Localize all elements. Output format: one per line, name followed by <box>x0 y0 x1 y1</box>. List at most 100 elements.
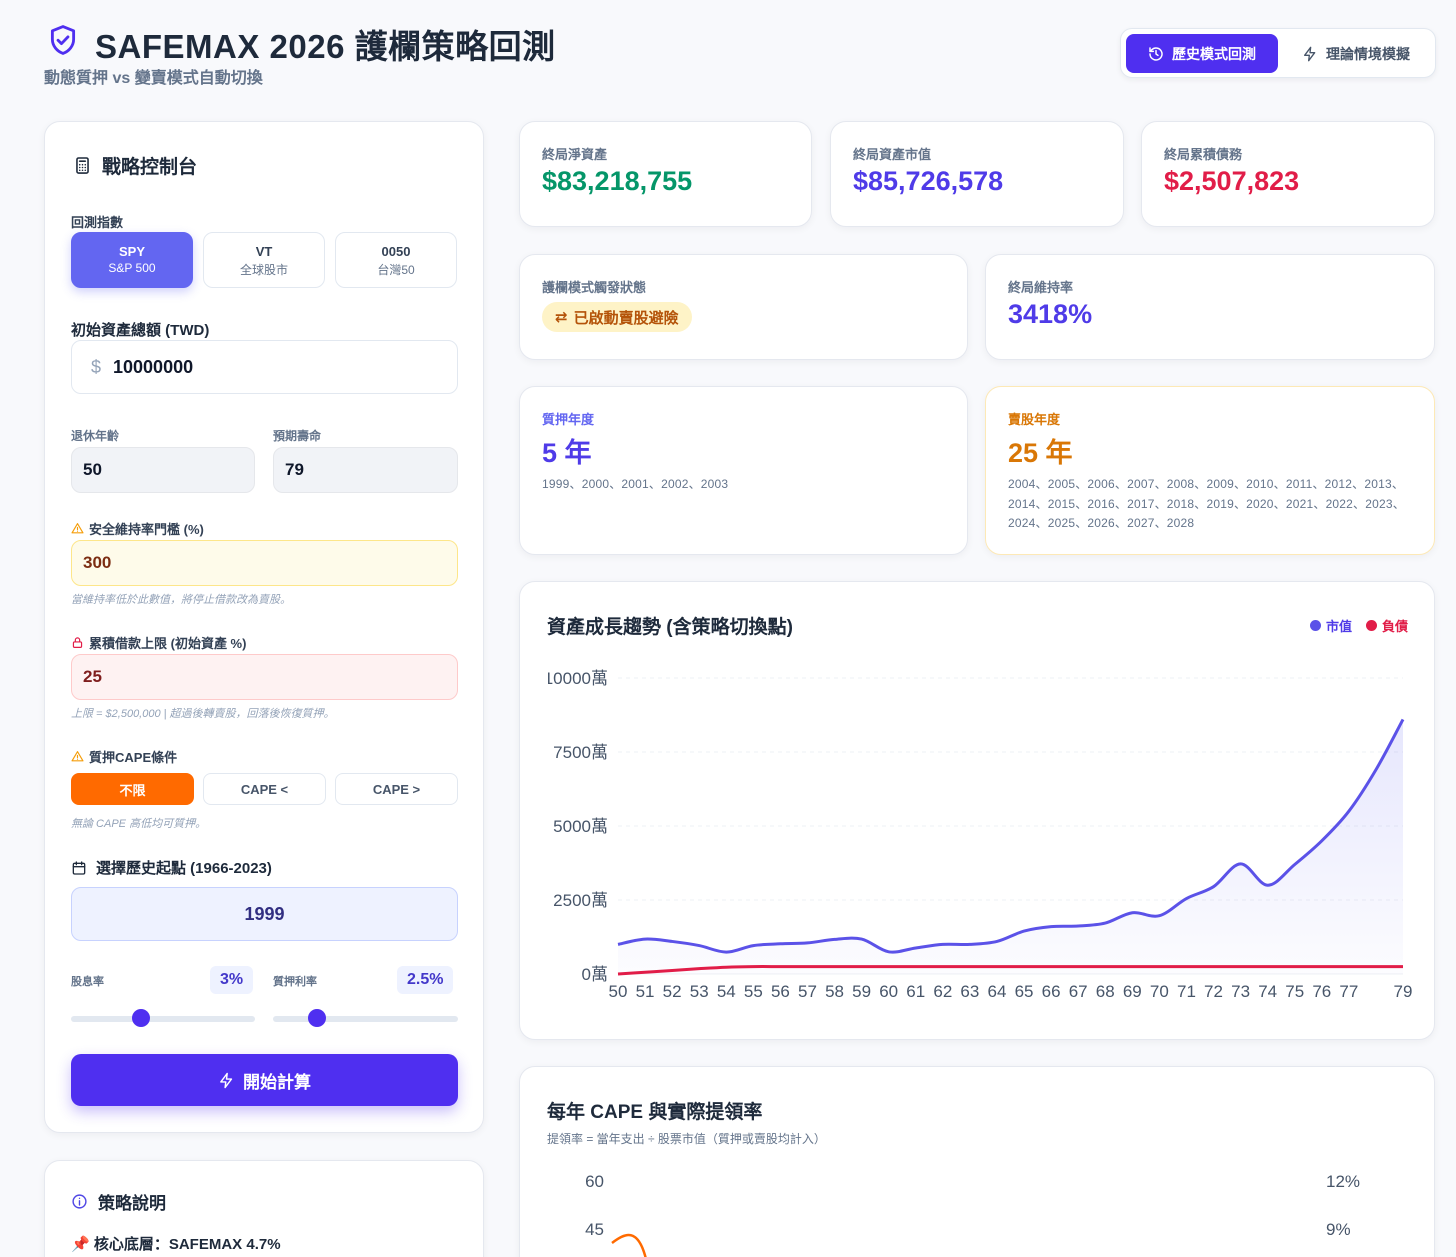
x-tick-label: 52 <box>663 982 682 1001</box>
x-tick-label: 79 <box>1394 982 1413 1001</box>
cape-greater-button[interactable]: CAPE > <box>335 773 458 805</box>
maintenance-ratio-card: 終局維持率 3418% <box>985 254 1435 360</box>
currency-symbol: $ <box>91 356 102 377</box>
loan-rate-value: 2.5% <box>397 966 454 994</box>
x-tick-label: 58 <box>825 982 844 1001</box>
cape-line <box>611 1233 647 1257</box>
cape-withdrawal-chart-card: 每年 CAPE 與實際提領率 提領率 = 當年支出 ÷ 股票市值（質押或賣股均計… <box>519 1066 1435 1257</box>
initial-asset-label: 初始資產總額 (TWD) <box>71 322 210 339</box>
calculate-button-label: 開始計算 <box>243 1072 311 1092</box>
explanation-title: 策略說明 <box>71 1189 166 1214</box>
retire-age-input[interactable]: 50 <box>71 447 255 493</box>
cape-any-button[interactable]: 不限 <box>71 773 194 805</box>
history-icon <box>1149 46 1163 61</box>
x-tick-label: 66 <box>1042 982 1061 1001</box>
panel-title: 戰略控制台 <box>73 152 197 179</box>
strategy-control-panel: 戰略控制台 回測指數 SPY S&P 500 VT 全球股市 0050 台灣50… <box>44 121 484 1133</box>
initial-asset-input[interactable]: $ 10000000 <box>71 340 458 394</box>
pledge-years-card: 質押年度 5 年 1999、2000、2001、2002、2003 <box>519 386 968 555</box>
tab-history-mode[interactable]: 歷史模式回測 <box>1126 34 1278 73</box>
x-tick-label: 50 <box>609 982 628 1001</box>
cape-condition-label-text: 質押CAPE條件 <box>89 750 178 765</box>
calculate-button[interactable]: 開始計算 <box>71 1054 458 1106</box>
info-icon <box>72 1194 87 1209</box>
x-tick-label: 72 <box>1204 982 1223 1001</box>
retire-age-value: 50 <box>83 460 102 479</box>
index-code: SPY <box>118 244 145 259</box>
pledge-years-count: 5 年 <box>542 438 592 468</box>
x-tick-label: 65 <box>1015 982 1034 1001</box>
market-value-label: 終局資產市值 <box>853 147 932 162</box>
index-vt-button[interactable]: VT 全球股市 <box>203 232 325 288</box>
x-tick-label: 54 <box>717 982 736 1001</box>
calculator-icon <box>76 157 89 174</box>
x-tick-label: 70 <box>1150 982 1169 1001</box>
strategy-explanation-card: 策略說明 📌 核心底層：SAFEMAX 4.7% <box>44 1160 484 1257</box>
debt-label: 終局累積債務 <box>1164 147 1243 162</box>
debt-limit-value: 25 <box>83 667 102 686</box>
warning-icon <box>71 751 84 762</box>
cape-condition-label: 質押CAPE條件 <box>71 747 177 766</box>
dividend-rate-slider-track[interactable] <box>71 1016 255 1022</box>
x-tick-label: 71 <box>1177 982 1196 1001</box>
debt-limit-label: 累積借款上限 (初始資產 %) <box>71 633 246 652</box>
mode-switch: 歷史模式回測 理論情境模擬 <box>1120 28 1436 78</box>
maintenance-ratio-label: 終局維持率 <box>1008 280 1074 295</box>
x-tick-label: 73 <box>1231 982 1250 1001</box>
index-spy-button[interactable]: SPY S&P 500 <box>71 232 193 288</box>
asset-growth-chart-card: 資產成長趨勢 (含策略切換點) 市值 負債 0萬 2500萬 5000萬 7500萬 1… <box>519 581 1435 1040</box>
x-tick-label: 57 <box>798 982 817 1001</box>
life-expectancy-input[interactable]: 79 <box>273 447 458 493</box>
market-value-value: $85,726,578 <box>853 166 1004 196</box>
tab-scenario-mode[interactable]: 理論情境模擬 <box>1286 34 1426 73</box>
threshold-label: 安全維持率門檻 (%) <box>71 519 204 538</box>
start-year-select[interactable]: 1999 <box>71 887 458 941</box>
sell-years-count: 25 年 <box>1008 438 1073 468</box>
loan-rate-slider-track[interactable] <box>273 1016 458 1022</box>
x-tick-label: 60 <box>879 982 898 1001</box>
x-tick-label: 77 <box>1339 982 1358 1001</box>
market-value-card: 終局資產市值 $85,726,578 <box>830 121 1124 227</box>
swap-icon: ⇄ <box>555 309 568 326</box>
net-worth-value: $83,218,755 <box>542 166 693 196</box>
bolt-icon <box>220 1072 233 1088</box>
explanation-title-text: 策略說明 <box>98 1194 166 1213</box>
x-tick-label: 74 <box>1258 982 1277 1001</box>
retire-age-label: 退休年齡 <box>71 429 120 443</box>
cape-less-button[interactable]: CAPE < <box>203 773 326 805</box>
explanation-line: 📌 核心底層：SAFEMAX 4.7% <box>71 1236 281 1253</box>
index-name: S&P 500 <box>108 261 156 275</box>
pledge-years-list: 1999、2000、2001、2002、2003 <box>542 477 729 491</box>
y-tick-label: 10000萬 <box>544 669 608 688</box>
panel-title-text: 戰略控制台 <box>102 157 198 178</box>
loan-rate-slider-handle[interactable] <box>308 1009 327 1027</box>
calendar-icon <box>72 860 86 875</box>
debt-limit-input[interactable]: 25 <box>71 654 458 700</box>
x-tick-label: 75 <box>1285 982 1304 1001</box>
x-tick-label: 63 <box>960 982 979 1001</box>
life-expectancy-label: 預期壽命 <box>273 429 322 443</box>
index-label: 回測指數 <box>71 215 124 230</box>
maintenance-ratio-value: 3418% <box>1008 299 1093 329</box>
x-tick-label: 64 <box>988 982 1007 1001</box>
lock-icon <box>72 637 83 648</box>
threshold-value: 300 <box>83 553 112 572</box>
threshold-label-text: 安全維持率門檻 (%) <box>89 522 204 537</box>
x-tick-label: 53 <box>690 982 709 1001</box>
y-right-tick-label: 9% <box>1326 1220 1351 1239</box>
x-tick-label: 76 <box>1312 982 1331 1001</box>
sell-years-card: 賣股年度 25 年 2004、2005、2006、2007、2008、2009、… <box>985 386 1435 555</box>
y-tick-label: 7500萬 <box>553 743 608 762</box>
index-0050-button[interactable]: 0050 台灣50 <box>335 232 457 288</box>
threshold-input[interactable]: 300 <box>71 540 458 586</box>
dividend-rate-slider-handle[interactable] <box>131 1009 150 1027</box>
net-worth-label: 終局淨資產 <box>542 147 608 162</box>
x-tick-label: 62 <box>933 982 952 1001</box>
y-left-tick-label: 60 <box>585 1172 604 1191</box>
sell-years-list: 2004、2005、2006、2007、2008、2009、2010、2011、… <box>1008 477 1405 530</box>
dividend-rate-value: 3% <box>210 966 254 994</box>
x-tick-label: 59 <box>852 982 871 1001</box>
loan-rate-label: 質押利率 <box>273 976 317 988</box>
debt-value: $2,507,823 <box>1164 166 1300 196</box>
status-badge-text: 已啟動賣股避險 <box>573 309 679 327</box>
